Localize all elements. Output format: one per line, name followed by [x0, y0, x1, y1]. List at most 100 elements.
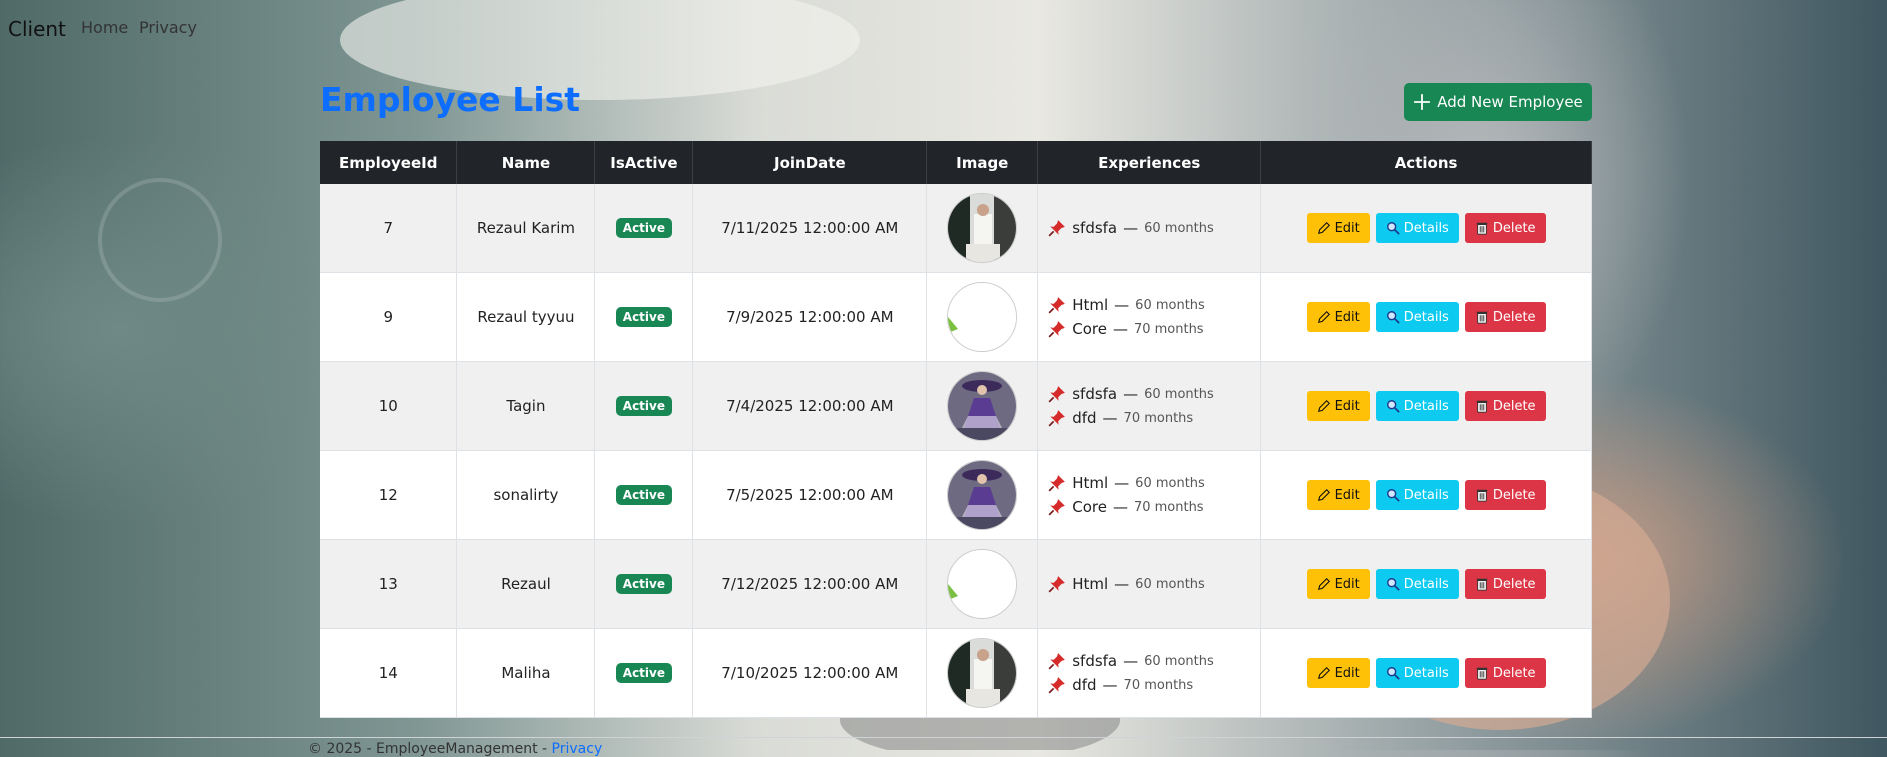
cell-image — [926, 628, 1039, 718]
pushpin-icon — [1048, 475, 1066, 492]
pushpin-icon — [1048, 321, 1066, 338]
avatar — [947, 371, 1018, 441]
cell-join-date: 7/12/2025 12:00:00 AM — [692, 539, 928, 629]
cell-name: Rezaul tyyuu — [456, 272, 596, 362]
delete-button[interactable]: Delete — [1464, 391, 1546, 421]
cell-name: Maliha — [456, 628, 596, 718]
trash-icon — [1476, 400, 1488, 413]
cell-employee-id: 14 — [320, 628, 458, 718]
cell-employee-id: 9 — [320, 272, 458, 362]
experience-separator: — — [1114, 575, 1130, 593]
experience-months: 60 months — [1144, 386, 1214, 402]
pushpin-icon — [1048, 653, 1066, 670]
pencil-icon — [1317, 221, 1330, 235]
cell-experiences: sfdsfa — 60 months dfd — 70 months — [1037, 628, 1262, 718]
details-button[interactable]: Details — [1375, 302, 1459, 332]
experience-item: sfdsfa — 60 months — [1048, 216, 1259, 240]
experience-separator: — — [1123, 385, 1139, 403]
delete-button[interactable]: Delete — [1464, 658, 1546, 688]
trash-icon — [1476, 489, 1488, 502]
pencil-icon — [1317, 577, 1330, 591]
details-button[interactable]: Details — [1375, 480, 1459, 510]
edit-button[interactable]: Edit — [1306, 391, 1370, 421]
nav-link-home[interactable]: Home — [81, 18, 128, 37]
delete-button[interactable]: Delete — [1464, 213, 1546, 243]
cell-image — [926, 272, 1039, 362]
header-join-date: JoinDate — [692, 141, 928, 184]
employee-photo — [948, 550, 1017, 618]
pushpin-icon — [1048, 297, 1066, 314]
cell-image — [926, 450, 1039, 540]
pencil-icon — [1317, 399, 1330, 413]
cell-experiences: Html —60 months Core —70 months — [1037, 272, 1262, 362]
delete-button[interactable]: Delete — [1464, 569, 1546, 599]
experience-months: 70 months — [1133, 321, 1204, 337]
edit-label: Edit — [1334, 220, 1360, 236]
employee-photo — [948, 283, 1017, 351]
header-employee-id: EmployeeId — [320, 141, 458, 184]
avatar — [947, 282, 1018, 352]
footer-text: © 2025 - EmployeeManagement - — [308, 741, 548, 757]
cell-join-date: 7/10/2025 12:00:00 AM — [692, 628, 928, 718]
status-badge: Active — [615, 218, 672, 238]
edit-button[interactable]: Edit — [1306, 213, 1370, 243]
cell-experiences: Html —60 months Core —70 months — [1037, 450, 1262, 540]
details-button[interactable]: Details — [1375, 391, 1459, 421]
cell-employee-id: 12 — [320, 450, 458, 540]
experience-months: 60 months — [1135, 297, 1205, 313]
header-image: Image — [926, 141, 1039, 184]
experience-months: 70 months — [1133, 499, 1204, 515]
cell-join-date: 7/4/2025 12:00:00 AM — [692, 361, 928, 451]
page-title: Employee List — [320, 80, 581, 119]
experience-item: dfd — 70 months — [1048, 406, 1259, 430]
edit-button[interactable]: Edit — [1306, 569, 1370, 599]
edit-button[interactable]: Edit — [1306, 302, 1370, 332]
experience-title: dfd — [1072, 409, 1097, 427]
cell-actions: Edit Details Delete — [1260, 628, 1592, 718]
details-button[interactable]: Details — [1375, 569, 1459, 599]
experience-separator: — — [1102, 676, 1118, 694]
trash-icon — [1476, 311, 1488, 324]
details-label: Details — [1403, 665, 1449, 681]
details-button[interactable]: Details — [1375, 213, 1459, 243]
details-button[interactable]: Details — [1375, 658, 1459, 688]
cell-image — [926, 361, 1039, 451]
cell-image — [926, 184, 1039, 273]
experience-months: 70 months — [1123, 410, 1194, 426]
delete-label: Delete — [1492, 665, 1536, 681]
footer-privacy-link[interactable]: Privacy — [552, 741, 603, 757]
add-employee-label: Add New Employee — [1437, 93, 1583, 111]
cell-is-active: Active — [594, 361, 694, 451]
experience-item: Core — 70 months — [1048, 317, 1259, 341]
delete-button[interactable]: Delete — [1464, 302, 1546, 332]
status-badge: Active — [615, 574, 672, 594]
edit-label: Edit — [1334, 665, 1360, 681]
delete-button[interactable]: Delete — [1464, 480, 1546, 510]
cell-actions: Edit Details Delete — [1260, 450, 1592, 540]
edit-button[interactable]: Edit — [1306, 480, 1370, 510]
experience-title: sfdsfa — [1072, 385, 1118, 403]
pushpin-icon — [1048, 677, 1066, 694]
experience-separator: — — [1112, 320, 1128, 338]
delete-label: Delete — [1492, 398, 1536, 414]
cell-experiences: sfdsfa — 60 months dfd — 70 months — [1037, 361, 1262, 451]
cell-is-active: Active — [594, 184, 694, 273]
experience-title: sfdsfa — [1072, 652, 1118, 670]
nav-link-privacy[interactable]: Privacy — [139, 18, 197, 37]
experience-item: dfd — 70 months — [1048, 673, 1259, 697]
edit-button[interactable]: Edit — [1306, 658, 1370, 688]
header-is-active: IsActive — [594, 141, 694, 184]
cell-employee-id: 13 — [320, 539, 458, 629]
table-row: 13 Rezaul Active 7/12/2025 12:00:00 AM Html —… — [320, 539, 1592, 629]
avatar — [947, 549, 1018, 619]
plus-icon — [1414, 94, 1431, 110]
experience-item: Core — 70 months — [1048, 495, 1259, 519]
cell-actions: Edit Details Delete — [1260, 272, 1592, 362]
edit-label: Edit — [1334, 398, 1360, 414]
details-label: Details — [1403, 487, 1449, 503]
brand-logo[interactable]: Client — [8, 17, 66, 41]
cell-name: Rezaul Karim — [456, 184, 596, 273]
edit-label: Edit — [1334, 576, 1360, 592]
add-employee-button[interactable]: Add New Employee — [1404, 83, 1592, 121]
details-label: Details — [1403, 309, 1449, 325]
